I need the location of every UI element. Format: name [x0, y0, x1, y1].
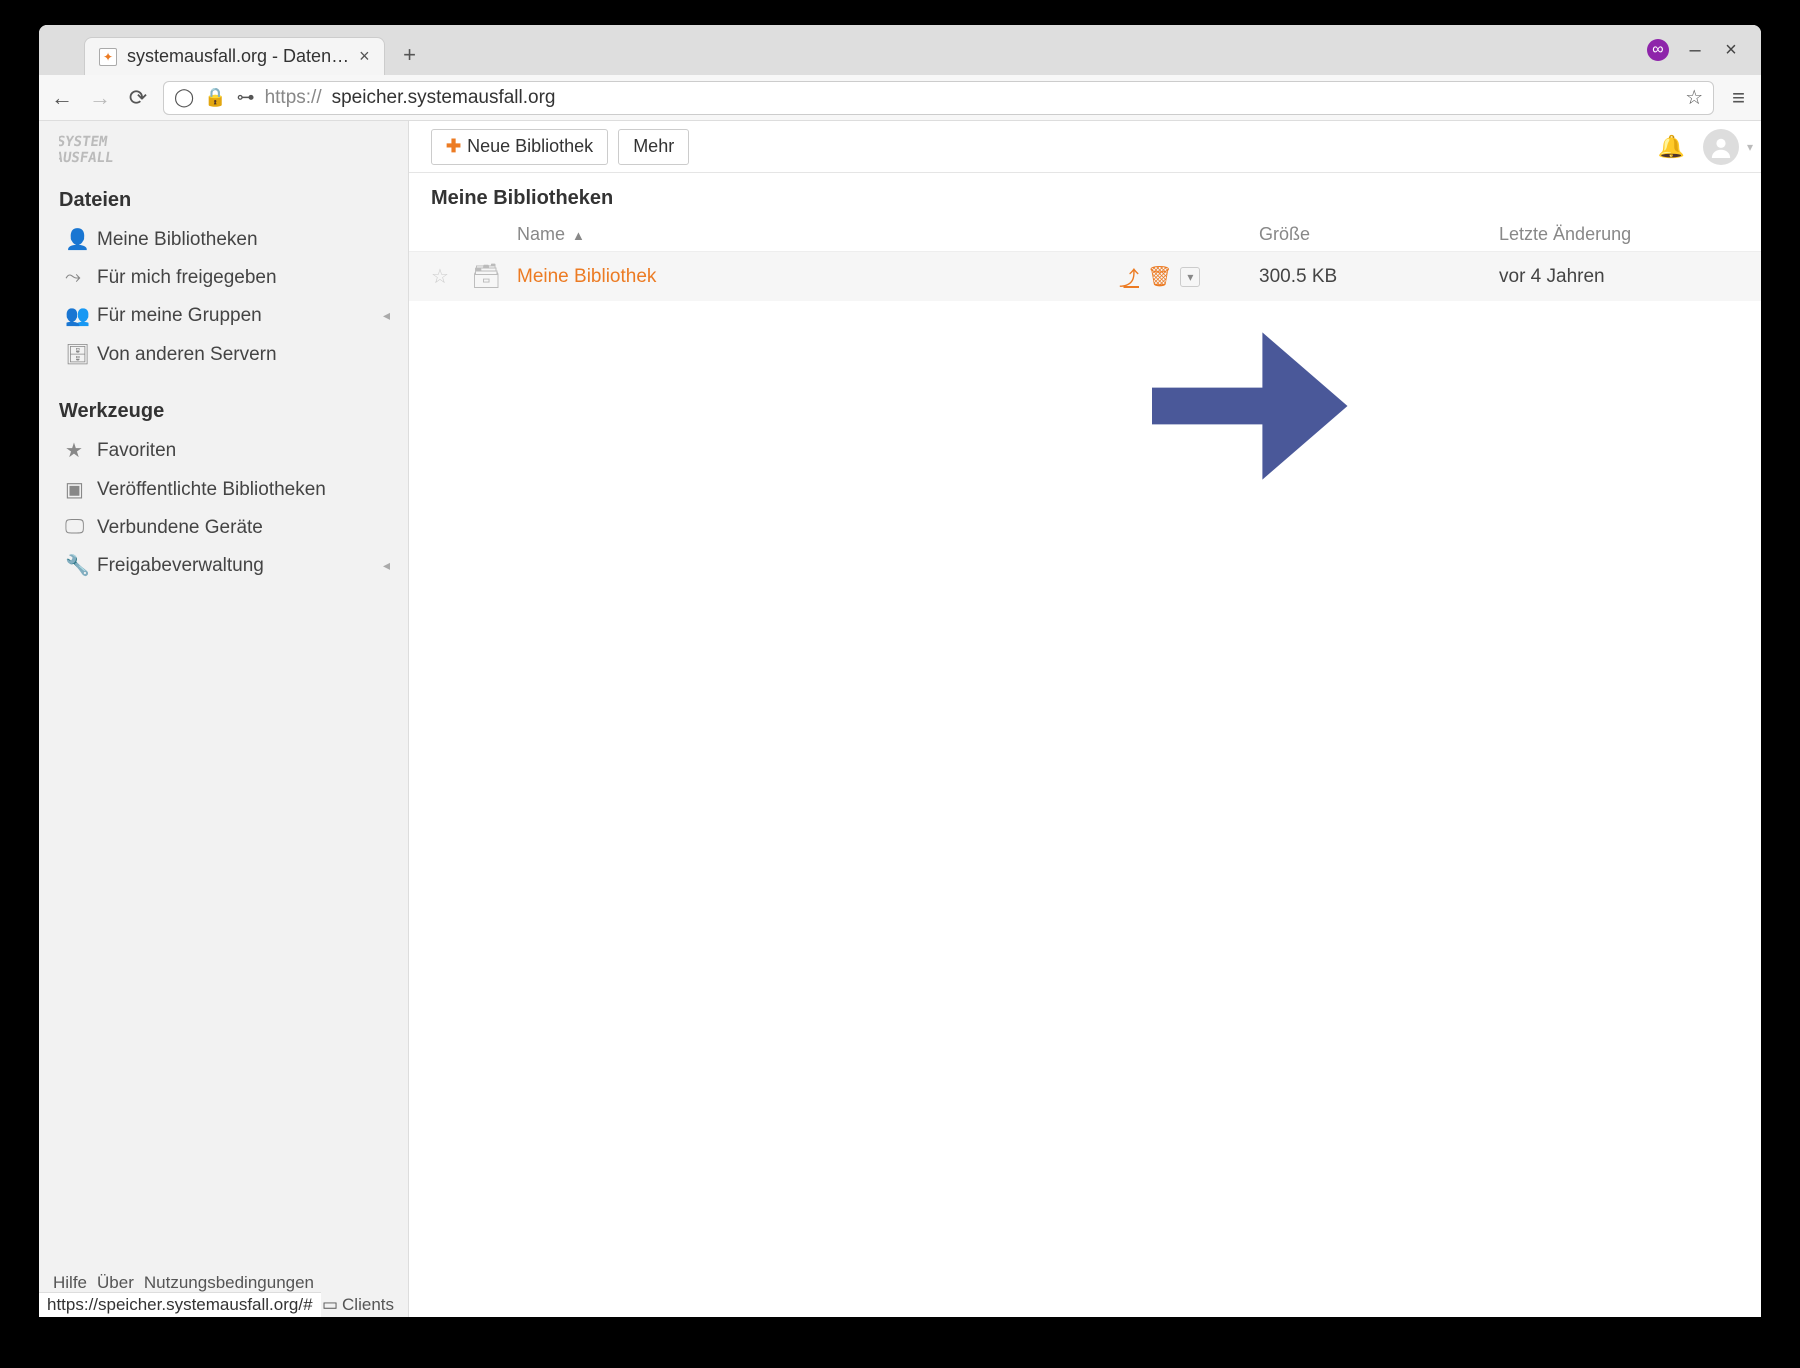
forward-button[interactable]: → [87, 85, 113, 111]
favicon-icon: ✦ [99, 48, 117, 66]
star-icon: ★ [65, 438, 97, 463]
browser-tab[interactable]: ✦ systemausfall.org - Daten… × [84, 37, 385, 75]
sidebar-item-label: Verbundene Geräte [97, 517, 263, 539]
delete-action-icon[interactable]: 🗑 [1147, 264, 1172, 289]
column-modified[interactable]: Letzte Änderung [1499, 224, 1739, 245]
button-label: Mehr [633, 136, 674, 157]
svg-text:SYSTEM: SYSTEM [59, 134, 108, 150]
table-header: Name ▲ Größe Letzte Änderung [409, 218, 1761, 252]
url-protocol: https:// [265, 87, 322, 109]
sidebar-item-label: Für meine Gruppen [97, 305, 262, 327]
sidebar-section-files: Dateien [39, 179, 408, 220]
sidebar-item-my-libraries[interactable]: 👤 Meine Bibliotheken [39, 220, 408, 259]
key-icon: ⊶ [237, 87, 255, 108]
sidebar-item-published[interactable]: ▣ Veröffentlichte Bibliotheken [39, 470, 408, 509]
menu-button[interactable]: ≡ [1726, 85, 1751, 111]
table-row[interactable]: ☆ 🗃 Meine Bibliothek ⤴ 🗑 ▾ 300.5 KB vor … [409, 252, 1761, 301]
address-bar: ← → ⟳ ◯ 🔒 ⊶ https:// speicher.systemausfa… [39, 75, 1761, 121]
new-tab-button[interactable]: + [395, 40, 425, 70]
sidebar-item-shared-with-me[interactable]: ⤳ Für mich freigegeben [39, 259, 408, 296]
sidebar-item-other-servers[interactable]: 🗄 Von anderen Servern [39, 335, 408, 374]
monitor-icon: 🖵 [65, 516, 97, 539]
server-icon: 🗄 [65, 342, 97, 367]
sidebar-item-label: Favoriten [97, 440, 176, 462]
sort-asc-icon: ▲ [572, 228, 585, 243]
more-button[interactable]: Mehr [618, 129, 689, 165]
footer-terms-link[interactable]: Nutzungsbedingungen [144, 1273, 314, 1293]
tab-title: systemausfall.org - Daten… [127, 46, 349, 67]
library-icon: 🗃 [471, 263, 501, 290]
new-library-button[interactable]: ✚ Neue Bibliothek [431, 129, 608, 165]
shield-icon: ◯ [174, 87, 194, 108]
notifications-icon[interactable]: 🔔 [1658, 134, 1685, 160]
share-action-icon[interactable]: ⤴ [1119, 262, 1139, 291]
sidebar: SYSTEMAUSFALL Dateien 👤 Meine Bibliothek… [39, 121, 409, 1317]
sidebar-section-tools: Werkzeuge [39, 390, 408, 431]
url-input[interactable]: ◯ 🔒 ⊶ https:// speicher.systemausfall.org… [163, 81, 1714, 115]
book-icon: ▣ [65, 477, 97, 502]
sidebar-item-label: Für mich freigegeben [97, 267, 277, 289]
sidebar-item-label: Freigabeverwaltung [97, 555, 264, 577]
more-actions-dropdown[interactable]: ▾ [1180, 267, 1200, 287]
column-name[interactable]: Name ▲ [511, 224, 1119, 245]
sidebar-item-label: Veröffentlichte Bibliotheken [97, 479, 326, 501]
extension-icon[interactable]: ∞ [1647, 39, 1669, 61]
row-size: 300.5 KB [1259, 266, 1499, 288]
sidebar-item-label: Von anderen Servern [97, 344, 277, 366]
plus-icon: ✚ [446, 136, 461, 157]
footer-about-link[interactable]: Über [97, 1273, 134, 1293]
url-host: speicher.systemausfall.org [332, 87, 556, 109]
minimize-button[interactable]: – [1685, 39, 1705, 62]
caret-left-icon: ◂ [383, 557, 390, 574]
client-icon: ▭ [322, 1295, 338, 1315]
wrench-icon: 🔧 [65, 553, 97, 578]
status-bar: https://speicher.systemausfall.org/# [39, 1292, 321, 1317]
library-name-link[interactable]: Meine Bibliothek [517, 266, 656, 287]
group-icon: 👥 [65, 303, 97, 328]
share-icon: ⤳ [65, 266, 97, 289]
page-title: Meine Bibliotheken [409, 173, 1761, 218]
favorite-star-icon[interactable]: ☆ [431, 266, 449, 288]
footer-help-link[interactable]: Hilfe [53, 1273, 87, 1293]
annotation-arrow [1129, 291, 1359, 527]
sidebar-item-label: Meine Bibliotheken [97, 229, 258, 251]
main-content: ✚ Neue Bibliothek Mehr 🔔 Meine Bibliothe… [409, 121, 1761, 1317]
row-modified: vor 4 Jahren [1499, 266, 1739, 288]
user-avatar[interactable] [1703, 129, 1739, 165]
person-icon: 👤 [65, 227, 97, 252]
bookmark-star-icon[interactable]: ☆ [1685, 85, 1703, 110]
sidebar-item-share-admin[interactable]: 🔧 Freigabeverwaltung ◂ [39, 546, 408, 585]
window-close-button[interactable]: × [1721, 39, 1741, 62]
button-label: Neue Bibliothek [467, 136, 593, 157]
toolbar: ✚ Neue Bibliothek Mehr 🔔 [409, 121, 1761, 173]
sidebar-item-devices[interactable]: 🖵 Verbundene Geräte [39, 509, 408, 546]
sidebar-item-my-groups[interactable]: 👥 Für meine Gruppen ◂ [39, 296, 408, 335]
column-size[interactable]: Größe [1259, 224, 1499, 245]
caret-left-icon: ◂ [383, 307, 390, 324]
svg-text:AUSFALL: AUSFALL [59, 150, 115, 166]
browser-titlebar: ✦ systemausfall.org - Daten… × + ∞ – × [39, 25, 1761, 75]
close-tab-icon[interactable]: × [359, 46, 370, 67]
lock-icon: 🔒 [204, 87, 226, 108]
app-logo[interactable]: SYSTEMAUSFALL [39, 121, 408, 171]
reload-button[interactable]: ⟳ [125, 85, 151, 111]
sidebar-item-favorites[interactable]: ★ Favoriten [39, 431, 408, 470]
back-button[interactable]: ← [49, 85, 75, 111]
